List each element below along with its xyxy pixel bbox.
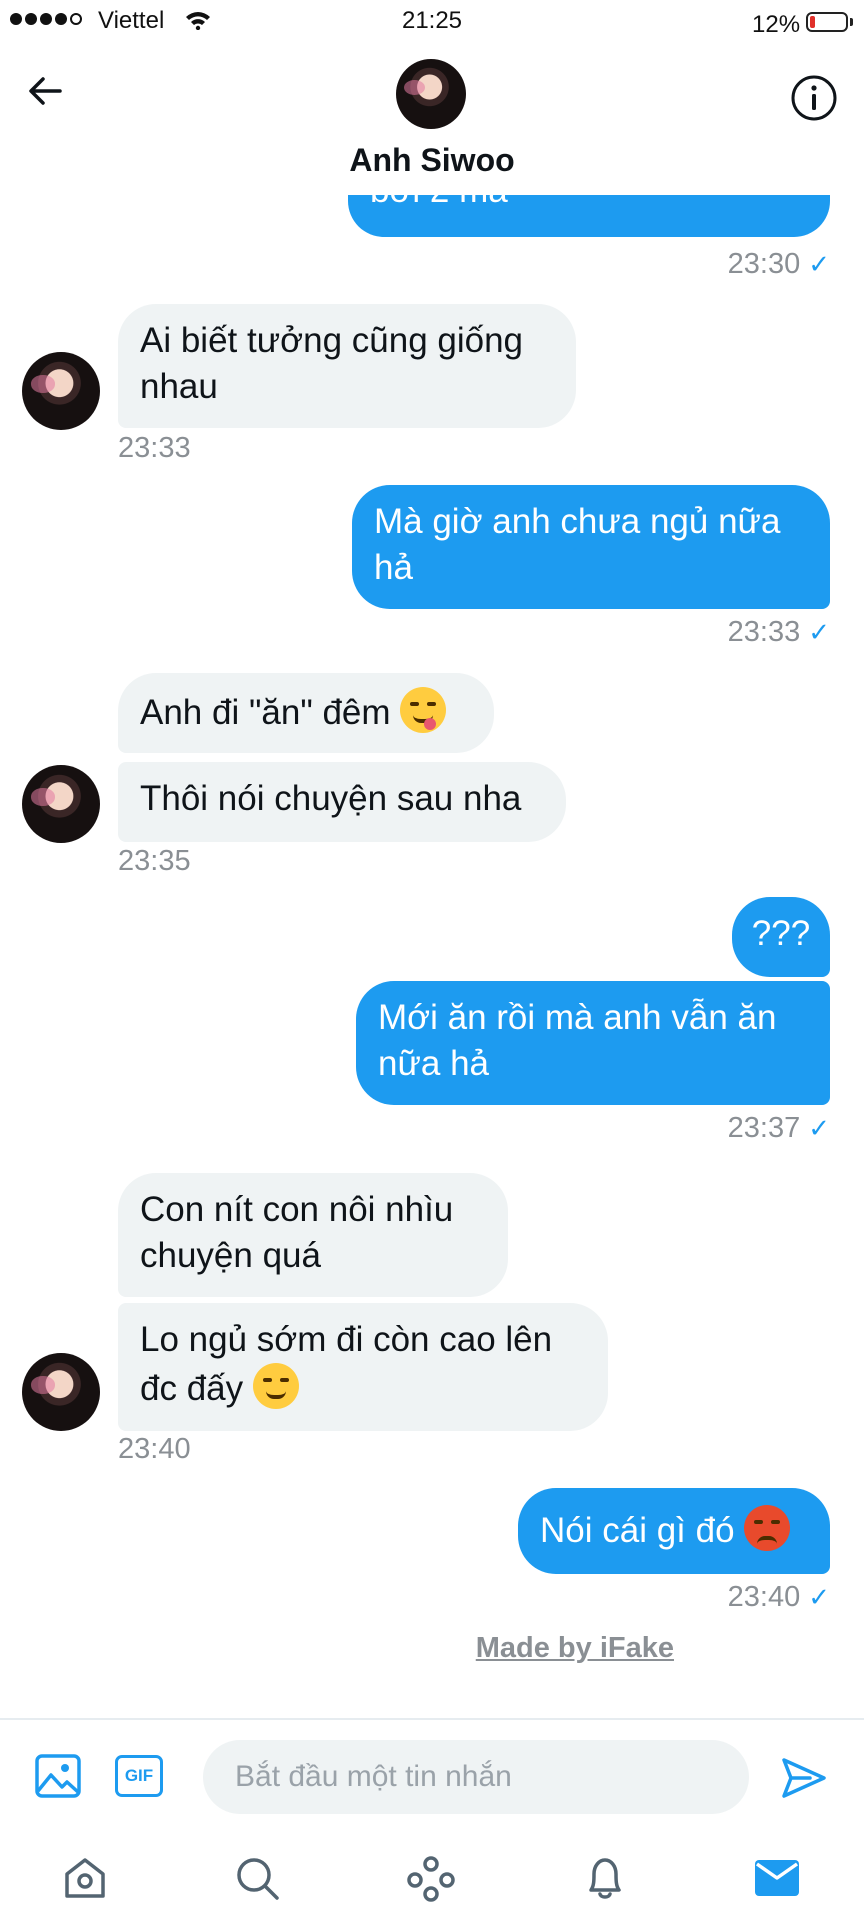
message-input[interactable] — [203, 1740, 749, 1814]
angry-face-emoji-icon — [744, 1505, 791, 1551]
send-icon[interactable] — [780, 1756, 828, 1800]
bell-icon — [589, 1858, 621, 1899]
outgoing-bubble[interactable]: Nói cái gì đó — [518, 1488, 830, 1574]
watermark-link[interactable]: Made by iFake — [476, 1632, 674, 1665]
incoming-bubble[interactable]: Thôi nói chuyện sau nha — [118, 762, 566, 842]
outgoing-bubble[interactable]: Mới ăn rồi mà anh vẫn ăn nữa hả — [356, 981, 830, 1105]
header-avatar[interactable] — [396, 59, 466, 129]
message-timestamp: 23:35 — [118, 845, 191, 877]
incoming-bubble[interactable]: Con nít con nôi nhìu chuyện quá — [118, 1173, 508, 1297]
composer-divider — [0, 1718, 864, 1720]
yum-face-emoji-icon — [400, 687, 447, 733]
battery-icon — [806, 12, 848, 32]
outgoing-bubble[interactable]: Mà giờ anh chưa ngủ nữa hả — [352, 485, 830, 609]
tab-notifications[interactable] — [575, 1850, 635, 1906]
image-icon[interactable] — [34, 1753, 82, 1799]
search-icon — [237, 1858, 279, 1900]
incoming-bubble[interactable]: Lo ngủ sớm đi còn cao lên đc đấy — [118, 1303, 608, 1431]
smirk-face-emoji-icon — [252, 1363, 299, 1409]
status-clock: 21:25 — [401, 7, 463, 34]
home-icon — [65, 1858, 105, 1898]
sender-avatar[interactable] — [22, 765, 100, 843]
message-timestamp: 23:40 — [118, 1433, 191, 1465]
tab-spaces[interactable] — [401, 1850, 461, 1906]
message-timestamp: 23:40 ✓ — [727, 1581, 830, 1613]
back-arrow-icon[interactable] — [28, 76, 62, 106]
message-timestamp: 23:33 ✓ — [727, 616, 830, 648]
spaces-icon — [407, 1856, 455, 1902]
mail-icon — [755, 1860, 799, 1896]
wifi-icon — [186, 12, 210, 30]
battery-percentage: 12% — [752, 11, 801, 38]
tab-search[interactable] — [227, 1850, 287, 1906]
tab-messages[interactable] — [747, 1850, 807, 1906]
message-timestamp: 23:30 ✓ — [727, 248, 830, 280]
incoming-bubble[interactable]: Ai biết tưởng cũng giống nhau — [118, 304, 576, 428]
incoming-bubble[interactable]: Anh đi "ăn" đêm — [118, 673, 494, 753]
message-list: bởi 2 mà 23:30✓ Ai biết tưởng cũng giống… — [0, 195, 864, 1718]
carrier-name: Viettel — [98, 7, 165, 34]
conversation-title[interactable]: Anh Siwoo — [232, 142, 632, 179]
tab-home[interactable] — [55, 1850, 115, 1906]
message-timestamp: 23:37 ✓ — [727, 1112, 830, 1144]
outgoing-bubble[interactable]: ??? — [732, 897, 830, 977]
signal-strength-icon — [10, 13, 82, 25]
status-bar: Viettel 21:25 12% — [0, 0, 864, 44]
sender-avatar[interactable] — [22, 352, 100, 430]
info-icon[interactable] — [790, 74, 838, 122]
battery-cap — [850, 18, 853, 26]
sender-avatar[interactable] — [22, 1353, 100, 1431]
outgoing-bubble-partial[interactable]: bởi 2 mà — [348, 195, 830, 237]
message-timestamp: 23:33 — [118, 432, 191, 464]
gif-button[interactable]: GIF — [115, 1755, 163, 1797]
